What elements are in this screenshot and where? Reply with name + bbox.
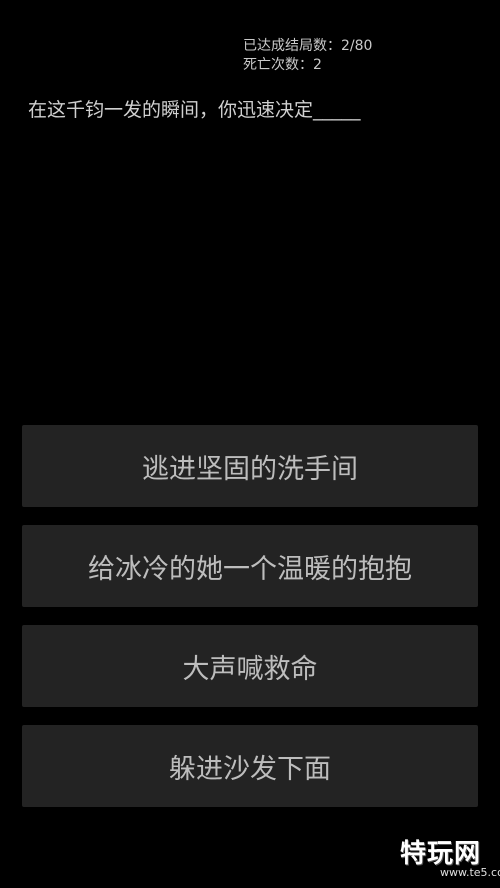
question-text: 在这千钧一发的瞬间，你迅速决定_____	[28, 99, 361, 121]
death-count: 死亡次数：2	[243, 57, 322, 73]
choice-button-4[interactable]: 躲进沙发下面	[22, 725, 478, 807]
choice-button-3[interactable]: 大声喊救命	[22, 625, 478, 707]
endings-count: 已达成结局数：2/80	[243, 38, 373, 54]
stats-panel: 已达成结局数：2/80 死亡次数：2	[243, 37, 372, 75]
watermark-domain: www.te5.com	[440, 866, 500, 879]
watermark-name: 特玩网	[400, 839, 482, 869]
watermark-logo: 特玩网 www.te5.com	[400, 839, 500, 880]
choice-button-2[interactable]: 给冰冷的她一个温暖的抱抱	[22, 525, 478, 607]
choice-button-1[interactable]: 逃进坚固的洗手间	[22, 425, 478, 507]
choice-list: 逃进坚固的洗手间 给冰冷的她一个温暖的抱抱 大声喊救命 躲进沙发下面	[22, 425, 478, 807]
